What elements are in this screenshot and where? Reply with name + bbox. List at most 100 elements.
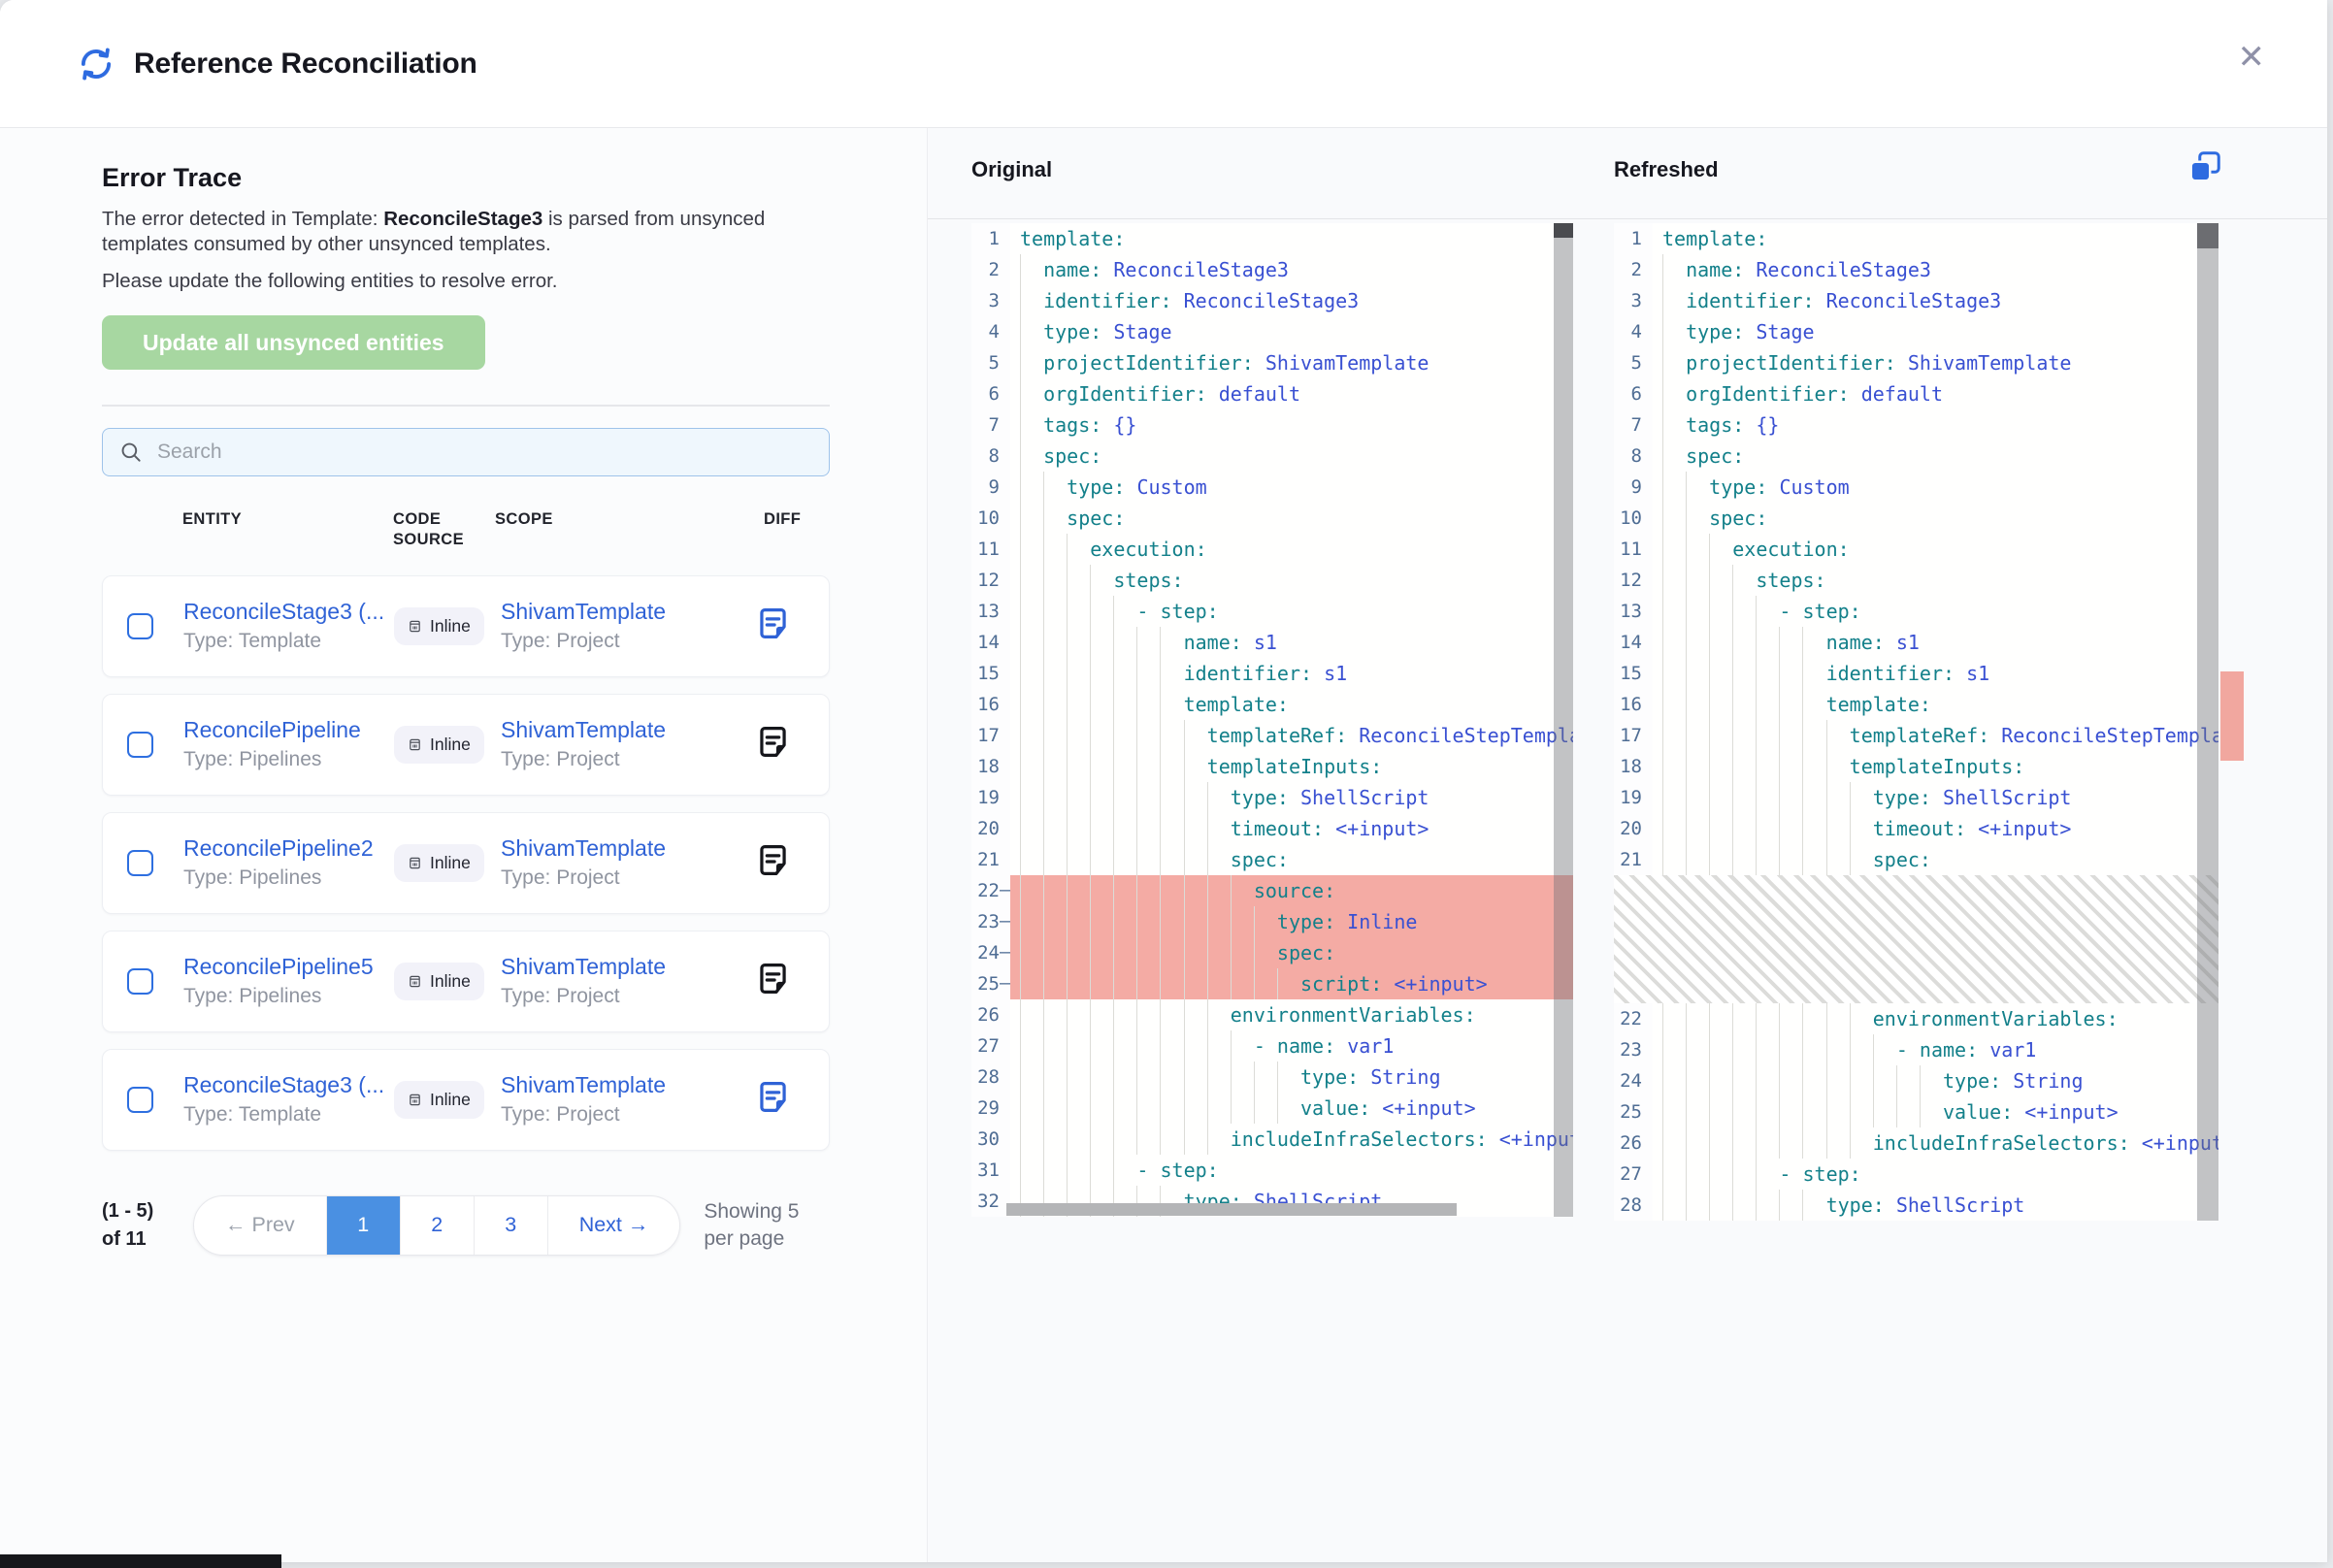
entity-row: ReconcileStage3 (... Type: Template Inli… (102, 1049, 830, 1151)
line-number: 19 (1614, 782, 1653, 813)
diff-document-icon[interactable] (755, 724, 791, 760)
code-line: 17 templateRef: ReconcileStepTemplate (1614, 720, 2218, 751)
refreshed-code-panel[interactable]: 1template:2 name: ReconcileStage33 ident… (1614, 223, 2218, 1221)
line-number: 6 (1614, 378, 1653, 409)
scope-name-link[interactable]: ShivamTemplate (501, 1072, 755, 1098)
prev-button[interactable]: ← Prev (194, 1196, 326, 1255)
line-number: 14 (971, 627, 1010, 658)
line-number: 29 (971, 1093, 1010, 1124)
error-template-name: ReconcileStage3 (383, 208, 542, 230)
inline-repo-icon (408, 737, 422, 752)
scope-name-link[interactable]: ShivamTemplate (501, 835, 755, 862)
line-number: 23 (1614, 1034, 1653, 1065)
line-number: 27 (1614, 1159, 1653, 1190)
line-number: 12 (1614, 565, 1653, 596)
entity-name-link[interactable]: ReconcilePipeline (183, 717, 394, 743)
code-line: 3 identifier: ReconcileStage3 (971, 285, 1573, 316)
table-header-entity: ENTITY (182, 509, 393, 530)
inline-repo-icon (408, 1093, 422, 1107)
code-line: 7 tags: {} (971, 409, 1573, 441)
entity-type-label: Type: Pipelines (183, 866, 394, 890)
line-number: 9 (1614, 472, 1653, 503)
scope-type-label: Type: Project (501, 630, 755, 653)
close-icon[interactable]: ✕ (2230, 33, 2274, 82)
line-number: 19 (971, 782, 1010, 813)
table-header-row: ENTITY CODE SOURCE SCOPE DIFF (182, 509, 830, 550)
scrollbar-thumb[interactable] (2197, 223, 2218, 248)
code-line: 20 timeout: <+input> (1614, 813, 2218, 844)
entity-name-link[interactable]: ReconcilePipeline2 (183, 835, 394, 862)
row-checkbox[interactable] (127, 613, 153, 639)
vertical-scrollbar[interactable] (1554, 223, 1573, 1217)
code-line: 10 spec: (971, 503, 1573, 534)
entity-name-link[interactable]: ReconcilePipeline5 (183, 954, 394, 980)
row-checkbox[interactable] (127, 732, 153, 758)
code-line: 22 environmentVariables: (1614, 1003, 2218, 1034)
update-all-unsynced-button[interactable]: Update all unsynced entities (102, 315, 485, 370)
line-number: 8 (971, 441, 1010, 472)
line-number: 22– (971, 875, 1010, 906)
code-line: 16 template: (971, 689, 1573, 720)
line-number: 5 (971, 347, 1010, 378)
line-number: 1 (1614, 223, 1653, 254)
code-line: 20 timeout: <+input> (971, 813, 1573, 844)
code-line: 11 execution: (971, 534, 1573, 565)
page-button-3[interactable]: 3 (475, 1196, 547, 1255)
row-checkbox[interactable] (127, 850, 153, 876)
code-line: 29 value: <+input> (971, 1093, 1573, 1124)
vertical-scrollbar[interactable] (2197, 223, 2218, 1221)
code-line: 23– type: Inline (971, 906, 1573, 937)
line-number: 15 (1614, 658, 1653, 689)
entity-row: ReconcilePipeline2 Type: Pipelines Inlin… (102, 812, 830, 914)
row-checkbox[interactable] (127, 1087, 153, 1113)
error-trace-panel: Error Trace The error detected in Templa… (0, 128, 927, 1562)
original-code-panel[interactable]: 1template:2 name: ReconcileStage33 ident… (971, 223, 1573, 1217)
diff-document-icon[interactable] (755, 605, 791, 641)
line-number: 27 (971, 1030, 1010, 1062)
diff-document-icon[interactable] (755, 961, 791, 996)
page-button-1[interactable]: 1 (327, 1196, 400, 1255)
scope-name-link[interactable]: ShivamTemplate (501, 599, 755, 625)
copy-icon[interactable] (2187, 149, 2222, 184)
entity-name-link[interactable]: ReconcileStage3 (... (183, 599, 394, 625)
code-line: 28 type: ShellScript (1614, 1190, 2218, 1221)
search-input[interactable] (155, 440, 813, 465)
pagination: (1 - 5) of 11 ← Prev123Next → Showing 5 … (102, 1195, 839, 1256)
code-line: 2 name: ReconcileStage3 (1614, 254, 2218, 285)
scope-name-link[interactable]: ShivamTemplate (501, 954, 755, 980)
entity-type-label: Type: Pipelines (183, 985, 394, 1008)
code-line: 14 name: s1 (971, 627, 1573, 658)
error-description-prefix: The error detected in Template: (102, 208, 383, 230)
next-button[interactable]: Next → (548, 1196, 680, 1255)
row-checkbox[interactable] (127, 968, 153, 995)
code-line: 18 templateInputs: (971, 751, 1573, 782)
scrollbar-thumb[interactable] (1554, 223, 1573, 238)
code-line: 25– script: <+input> (971, 968, 1573, 999)
diff-document-icon[interactable] (755, 1079, 791, 1115)
code-line: 21 spec: (971, 844, 1573, 875)
code-line: 19 type: ShellScript (971, 782, 1573, 813)
code-line: 31 - step: (971, 1155, 1573, 1186)
entity-row: ReconcilePipeline Type: Pipelines Inline… (102, 694, 830, 796)
inline-repo-icon (408, 619, 422, 634)
horizontal-scrollbar[interactable] (1006, 1203, 1457, 1216)
entity-name-link[interactable]: ReconcileStage3 (... (183, 1072, 394, 1098)
code-line: 5 projectIdentifier: ShivamTemplate (971, 347, 1573, 378)
diff-body: 1template:2 name: ReconcileStage33 ident… (928, 220, 2327, 1563)
page-button-2[interactable]: 2 (401, 1196, 474, 1255)
section-divider (102, 405, 830, 407)
code-line: 10 spec: (1614, 503, 2218, 534)
scope-name-link[interactable]: ShivamTemplate (501, 717, 755, 743)
code-line: 27 - step: (1614, 1159, 2218, 1190)
scope-type-label: Type: Project (501, 748, 755, 771)
entity-list: ReconcileStage3 (... Type: Template Inli… (102, 575, 830, 1151)
line-number: 3 (1614, 285, 1653, 316)
code-source-label: Inline (430, 971, 471, 992)
diff-document-icon[interactable] (755, 842, 791, 878)
search-box (102, 428, 830, 476)
code-line: 28 type: String (971, 1062, 1573, 1093)
code-line: 12 steps: (971, 565, 1573, 596)
code-source-badge: Inline (394, 963, 484, 1000)
line-number: 11 (971, 534, 1010, 565)
table-header-scope: SCOPE (495, 509, 764, 530)
